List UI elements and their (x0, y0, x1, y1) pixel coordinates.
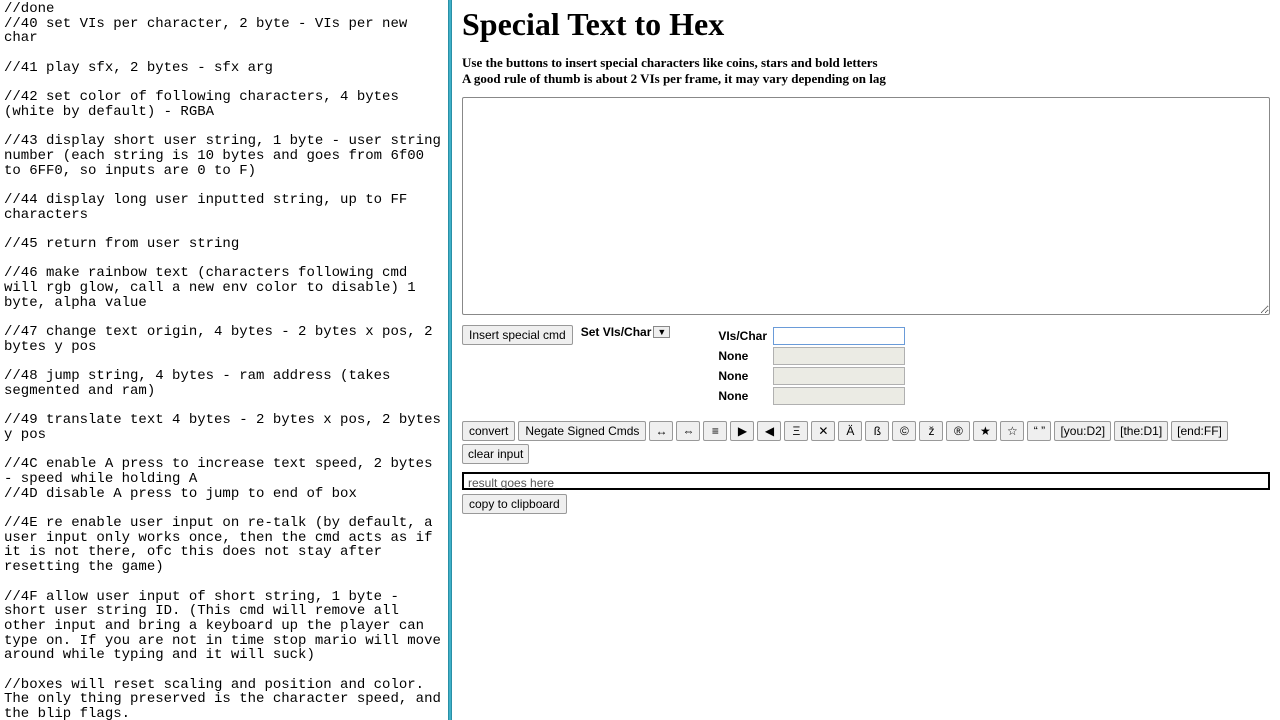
char-button-eszett[interactable]: ß (865, 421, 889, 441)
char-button-back-icon[interactable]: ◀ (757, 421, 781, 441)
result-output[interactable]: result goes here (462, 472, 1270, 490)
page-title: Special Text to Hex (462, 6, 1270, 43)
char-button-copyright[interactable]: © (892, 421, 916, 441)
subtitle-line-2: A good rule of thumb is about 2 VIs per … (462, 71, 1270, 87)
token-button-you[interactable]: [you:D2] (1054, 421, 1111, 441)
action-buttons-row: convert Negate Signed Cmds ↔ ⇔ ≡ ▶ ◀ Ξ ✕… (462, 421, 1270, 464)
set-vis-char-label: Set VIs/Char ▼ (581, 325, 671, 339)
subtitle-line-1: Use the buttons to insert special charac… (462, 55, 1270, 71)
vis-row1-label: VIs/Char (716, 327, 769, 345)
insert-special-cmd-button[interactable]: Insert special cmd (462, 325, 573, 345)
token-button-end[interactable]: [end:FF] (1171, 421, 1228, 441)
char-button-quotes[interactable]: “ ” (1027, 421, 1051, 441)
char-button-star-outline[interactable]: ☆ (1000, 421, 1024, 441)
main-input-textarea[interactable] (462, 97, 1270, 315)
clear-input-button[interactable]: clear input (462, 444, 529, 464)
char-button-6[interactable]: Ξ (784, 421, 808, 441)
right-tool-panel: Special Text to Hex Use the buttons to i… (452, 0, 1280, 720)
vis-char-params-table: VIs/Char None None None (714, 325, 909, 407)
copy-to-clipboard-button[interactable]: copy to clipboard (462, 494, 567, 514)
set-vis-char-dropdown[interactable]: ▼ (653, 326, 670, 338)
char-button-2[interactable]: ⇔ (676, 421, 700, 441)
char-button-3[interactable]: ≡ (703, 421, 727, 441)
left-code-panel[interactable]: //done //40 set VIs per character, 2 byt… (0, 0, 448, 720)
char-button-registered[interactable]: ® (946, 421, 970, 441)
vis-row2-label: None (716, 347, 769, 365)
vis-row2-input (773, 347, 905, 365)
char-button-7[interactable]: ✕ (811, 421, 835, 441)
char-button-star-filled[interactable]: ★ (973, 421, 997, 441)
vis-row4-input (773, 387, 905, 405)
char-button-z-caron[interactable]: ž (919, 421, 943, 441)
convert-button[interactable]: convert (462, 421, 515, 441)
vis-row4-label: None (716, 387, 769, 405)
vis-row3-label: None (716, 367, 769, 385)
negate-signed-cmds-button[interactable]: Negate Signed Cmds (518, 421, 646, 441)
char-button-1[interactable]: ↔ (649, 421, 673, 441)
vis-row3-input (773, 367, 905, 385)
vis-char-input[interactable] (773, 327, 905, 345)
char-button-a-umlaut[interactable]: Ä (838, 421, 862, 441)
token-button-the[interactable]: [the:D1] (1114, 421, 1168, 441)
char-button-play-icon[interactable]: ▶ (730, 421, 754, 441)
